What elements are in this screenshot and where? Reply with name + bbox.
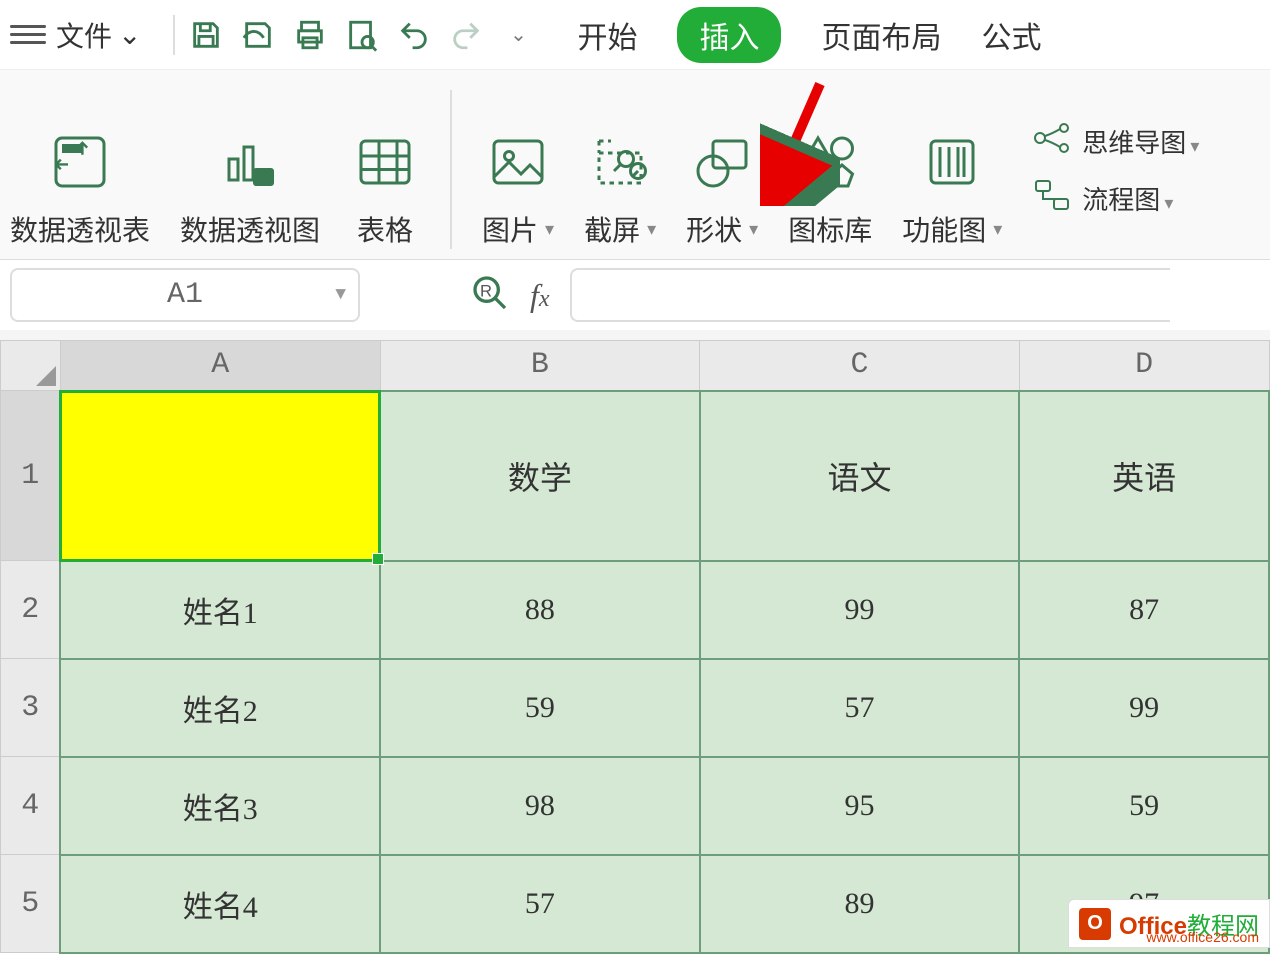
shapes-button[interactable]: 形状 bbox=[686, 90, 758, 249]
pivot-table-button[interactable]: 数据透视表 bbox=[10, 90, 150, 249]
qat-dropdown-icon[interactable]: ⌄ bbox=[499, 16, 537, 54]
cell-A5[interactable]: 姓名4 bbox=[60, 855, 380, 953]
cell-C2[interactable]: 99 bbox=[700, 561, 1020, 659]
print-icon[interactable] bbox=[291, 16, 329, 54]
smartart-button[interactable]: 功能图 bbox=[902, 90, 1002, 249]
menu-icon[interactable] bbox=[10, 25, 46, 44]
cell-D4[interactable]: 59 bbox=[1019, 757, 1269, 855]
icon-library-icon bbox=[795, 127, 865, 197]
divider bbox=[173, 15, 175, 55]
col-header-C[interactable]: C bbox=[700, 341, 1020, 391]
office-logo-icon: O bbox=[1079, 908, 1111, 940]
picture-button[interactable]: 图片 bbox=[482, 90, 554, 249]
pivot-chart-button[interactable]: 数据透视图 bbox=[180, 90, 320, 249]
screenshot-label: 截屏 bbox=[584, 209, 656, 249]
cell-D3[interactable]: 99 bbox=[1019, 659, 1269, 757]
smartart-icon bbox=[917, 127, 987, 197]
pivot-table-label: 数据透视表 bbox=[10, 209, 150, 249]
icon-library-label: 图标库 bbox=[788, 209, 872, 249]
cell-D1[interactable]: 英语 bbox=[1019, 391, 1269, 561]
cell-D2[interactable]: 87 bbox=[1019, 561, 1269, 659]
select-all-corner[interactable] bbox=[1, 341, 61, 391]
formula-bar-row: A1 ▼ R fx bbox=[0, 260, 1270, 330]
cell-B3[interactable]: 59 bbox=[380, 659, 700, 757]
quick-access-toolbar: ⌄ bbox=[187, 16, 537, 54]
mindmap-button[interactable]: 思维导图 bbox=[1032, 122, 1199, 161]
row-header-5[interactable]: 5 bbox=[1, 855, 61, 953]
picture-icon bbox=[483, 127, 553, 197]
cell-C4[interactable]: 95 bbox=[700, 757, 1020, 855]
title-bar: 文件 ⌄ ⌄ 开始 插入 页面布局 公式 bbox=[0, 0, 1270, 70]
cell-C5[interactable]: 89 bbox=[700, 855, 1020, 953]
col-header-D[interactable]: D bbox=[1019, 341, 1269, 391]
cell-B1[interactable]: 数学 bbox=[380, 391, 700, 561]
mindmap-icon bbox=[1032, 122, 1072, 161]
cell-A1[interactable] bbox=[60, 391, 380, 561]
tab-page-layout[interactable]: 页面布局 bbox=[821, 13, 941, 57]
flowchart-icon bbox=[1032, 179, 1072, 218]
tab-formula[interactable]: 公式 bbox=[981, 13, 1041, 57]
spreadsheet-grid: A B C D 1 数学 语文 英语 2 姓名1 88 99 87 3 姓名2 … bbox=[0, 340, 1270, 954]
col-header-B[interactable]: B bbox=[380, 341, 700, 391]
table-icon bbox=[350, 127, 420, 197]
cell-A4[interactable]: 姓名3 bbox=[60, 757, 380, 855]
fx-icon[interactable]: fx bbox=[530, 277, 550, 314]
screenshot-icon bbox=[585, 127, 655, 197]
col-header-A[interactable]: A bbox=[60, 341, 380, 391]
file-menu[interactable]: 文件 ⌄ bbox=[56, 15, 141, 55]
cell-A3[interactable]: 姓名2 bbox=[60, 659, 380, 757]
tab-insert[interactable]: 插入 bbox=[677, 7, 781, 63]
chevron-down-icon: ⌄ bbox=[118, 18, 141, 51]
preview-icon[interactable] bbox=[343, 16, 381, 54]
pivot-table-icon bbox=[45, 127, 115, 197]
cell-C1[interactable]: 语文 bbox=[700, 391, 1020, 561]
chevron-down-icon[interactable]: ▼ bbox=[335, 285, 346, 305]
pivot-chart-label: 数据透视图 bbox=[180, 209, 320, 249]
icon-library-button[interactable]: 图标库 bbox=[788, 90, 872, 249]
redo-icon[interactable] bbox=[447, 16, 485, 54]
screenshot-button[interactable]: 截屏 bbox=[584, 90, 656, 249]
mindmap-label: 思维导图 bbox=[1082, 123, 1199, 160]
flowchart-button[interactable]: 流程图 bbox=[1032, 179, 1199, 218]
cell-B5[interactable]: 57 bbox=[380, 855, 700, 953]
cell-B4[interactable]: 98 bbox=[380, 757, 700, 855]
file-label: 文件 bbox=[56, 15, 112, 55]
ribbon-tabs: 开始 插入 页面布局 公式 bbox=[577, 7, 1041, 63]
name-box[interactable]: A1 ▼ bbox=[10, 268, 360, 322]
cell-C3[interactable]: 57 bbox=[700, 659, 1020, 757]
formula-input[interactable] bbox=[570, 268, 1170, 322]
row-header-4[interactable]: 4 bbox=[1, 757, 61, 855]
ribbon-insert: 数据透视表 数据透视图 表格 图片 截屏 形状 图标库 功能图 思维导图 流程图 bbox=[0, 70, 1270, 260]
cell-A2[interactable]: 姓名1 bbox=[60, 561, 380, 659]
row-header-2[interactable]: 2 bbox=[1, 561, 61, 659]
undo-icon[interactable] bbox=[395, 16, 433, 54]
watermark-url: www.office26.com bbox=[1146, 929, 1259, 945]
table-label: 表格 bbox=[357, 209, 413, 249]
cell-B2[interactable]: 88 bbox=[380, 561, 700, 659]
watermark: O Office教程网 www.office26.com bbox=[1068, 899, 1270, 948]
row-header-1[interactable]: 1 bbox=[1, 391, 61, 561]
table-button[interactable]: 表格 bbox=[350, 90, 420, 249]
flowchart-label: 流程图 bbox=[1082, 180, 1173, 217]
zoom-icon[interactable]: R bbox=[470, 273, 510, 318]
picture-label: 图片 bbox=[482, 209, 554, 249]
shapes-icon bbox=[687, 127, 757, 197]
save-as-icon[interactable] bbox=[239, 16, 277, 54]
tab-start[interactable]: 开始 bbox=[577, 13, 637, 57]
shapes-label: 形状 bbox=[686, 209, 758, 249]
smartart-label: 功能图 bbox=[902, 209, 1002, 249]
name-box-value: A1 bbox=[167, 278, 203, 312]
row-header-3[interactable]: 3 bbox=[1, 659, 61, 757]
pivot-chart-icon bbox=[215, 127, 285, 197]
svg-text:R: R bbox=[480, 281, 492, 300]
save-icon[interactable] bbox=[187, 16, 225, 54]
